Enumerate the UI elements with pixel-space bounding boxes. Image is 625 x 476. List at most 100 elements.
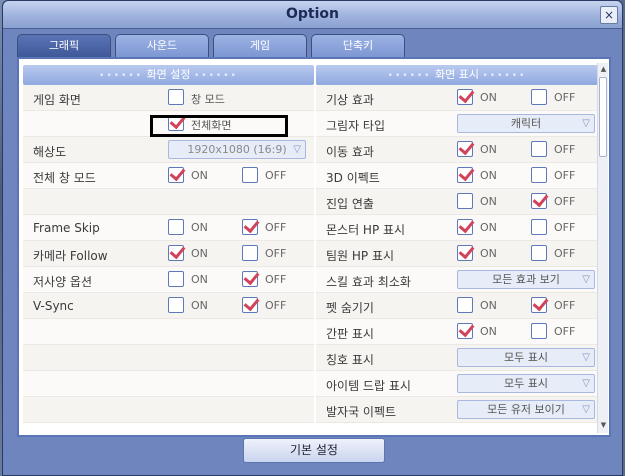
setting-row: 카메라 Follow ON OFF — [23, 241, 314, 267]
setting-row: 전체 창 모드 ON OFF — [23, 163, 314, 189]
off-checkbox[interactable] — [531, 297, 547, 313]
off-label: OFF — [554, 195, 576, 208]
setting-label: 펫 숨기기 — [326, 301, 374, 315]
dropdown-select[interactable]: 모두 표시 ▽ — [457, 374, 595, 393]
off-checkbox[interactable] — [531, 245, 547, 261]
on-label: ON — [191, 299, 208, 312]
scroll-up-icon[interactable]: ▲ — [598, 65, 609, 75]
setting-label: V-Sync — [33, 299, 74, 313]
on-checkbox[interactable] — [168, 167, 184, 183]
setting-row: 간판 표시 ON OFF — [316, 319, 598, 345]
off-checkbox[interactable] — [531, 89, 547, 105]
on-checkbox[interactable] — [168, 219, 184, 235]
on-checkbox[interactable] — [168, 271, 184, 287]
off-checkbox[interactable] — [242, 271, 258, 287]
option-window: Option × 그래픽 사운드 게임 단축키 •••••• 화면 설정 •••… — [2, 0, 623, 476]
setting-row: 스킬 효과 최소화 모든 효과 보기 ▽ — [316, 267, 598, 293]
reset-defaults-button[interactable]: 기본 설정 — [243, 438, 385, 463]
on-label: ON — [480, 247, 497, 260]
setting-label: 스킬 효과 최소화 — [326, 275, 411, 289]
setting-row: 게임 화면 창 모드 — [23, 85, 314, 111]
dropdown-select[interactable]: 1920x1080 (16:9) ▽ — [168, 140, 306, 159]
on-label: ON — [480, 325, 497, 338]
setting-label: 몬스터 HP 표시 — [326, 223, 406, 237]
scrollbar[interactable]: ▲ ▼ — [597, 63, 608, 433]
off-label: OFF — [554, 169, 576, 182]
off-checkbox[interactable] — [531, 167, 547, 183]
setting-row: 해상도 1920x1080 (16:9) ▽ — [23, 137, 314, 163]
on-checkbox[interactable] — [168, 297, 184, 313]
chevron-down-icon: ▽ — [582, 352, 590, 363]
on-label: ON — [480, 169, 497, 182]
on-checkbox[interactable] — [457, 245, 473, 261]
on-label: ON — [480, 195, 497, 208]
setting-row: 발자국 이펙트 모든 유저 보이기 ▽ — [316, 397, 598, 423]
setting-label: Frame Skip — [33, 221, 100, 235]
setting-row: V-Sync ON OFF — [23, 293, 314, 319]
option-checkbox[interactable] — [168, 89, 184, 105]
off-checkbox[interactable] — [531, 141, 547, 157]
setting-row: 기상 효과 ON OFF — [316, 85, 598, 111]
dropdown-value: 모든 유저 보이기 — [487, 403, 565, 416]
setting-label: 전체 창 모드 — [33, 171, 96, 185]
dropdown-select[interactable]: 캐릭터 ▽ — [457, 114, 595, 133]
setting-row: 팀원 HP 표시 ON OFF — [316, 241, 598, 267]
off-checkbox[interactable] — [531, 193, 547, 209]
dropdown-value: 모든 효과 보기 — [492, 273, 560, 286]
chevron-down-icon: ▽ — [293, 144, 301, 155]
setting-label: 그림자 타입 — [326, 119, 386, 133]
setting-row — [23, 397, 314, 423]
off-label: OFF — [265, 169, 287, 182]
setting-label: 게임 화면 — [33, 93, 81, 107]
setting-label: 카메라 Follow — [33, 249, 108, 263]
window-title: Option — [286, 6, 339, 22]
option-label: 창 모드 — [191, 93, 225, 106]
on-checkbox[interactable] — [457, 193, 473, 209]
tab-graphics[interactable]: 그래픽 — [17, 34, 111, 58]
setting-row — [23, 345, 314, 371]
tab-sound[interactable]: 사운드 — [115, 34, 209, 58]
setting-row: Frame Skip ON OFF — [23, 215, 314, 241]
setting-row: 이동 효과 ON OFF — [316, 137, 598, 163]
on-checkbox[interactable] — [457, 167, 473, 183]
on-label: ON — [480, 221, 497, 234]
on-checkbox[interactable] — [168, 245, 184, 261]
scroll-thumb[interactable] — [599, 77, 607, 157]
setting-row: 그림자 타입 캐릭터 ▽ — [316, 111, 598, 137]
display-visibility-header: •••••• 화면 표시 •••••• — [316, 65, 598, 85]
setting-row: 3D 이펙트 ON OFF — [316, 163, 598, 189]
on-label: ON — [191, 169, 208, 182]
dropdown-select[interactable]: 모든 유저 보이기 ▽ — [457, 400, 595, 419]
on-checkbox[interactable] — [457, 141, 473, 157]
off-checkbox[interactable] — [531, 323, 547, 339]
setting-row: 저사양 옵션 ON OFF — [23, 267, 314, 293]
on-checkbox[interactable] — [457, 89, 473, 105]
off-label: OFF — [265, 247, 287, 260]
tab-shortcuts[interactable]: 단축키 — [311, 34, 405, 58]
on-checkbox[interactable] — [457, 219, 473, 235]
on-label: ON — [191, 247, 208, 260]
setting-row: 아이템 드랍 표시 모두 표시 ▽ — [316, 371, 598, 397]
off-checkbox[interactable] — [242, 245, 258, 261]
close-icon[interactable]: × — [600, 6, 618, 24]
on-label: ON — [191, 221, 208, 234]
off-label: OFF — [554, 221, 576, 234]
off-checkbox[interactable] — [242, 297, 258, 313]
setting-label: 간판 표시 — [326, 327, 374, 341]
off-label: OFF — [554, 325, 576, 338]
dropdown-select[interactable]: 모두 표시 ▽ — [457, 348, 595, 367]
tab-game[interactable]: 게임 — [213, 34, 307, 58]
dropdown-select[interactable]: 모든 효과 보기 ▽ — [457, 270, 595, 289]
on-checkbox[interactable] — [457, 297, 473, 313]
off-checkbox[interactable] — [242, 167, 258, 183]
off-label: OFF — [554, 247, 576, 260]
dropdown-value: 모두 표시 — [504, 377, 548, 390]
setting-row — [23, 189, 314, 215]
off-checkbox[interactable] — [242, 219, 258, 235]
on-checkbox[interactable] — [457, 323, 473, 339]
setting-row: 진입 연출 ON OFF — [316, 189, 598, 215]
title-bar[interactable]: Option × — [3, 1, 622, 29]
off-label: OFF — [554, 143, 576, 156]
scroll-down-icon[interactable]: ▼ — [598, 421, 609, 431]
off-checkbox[interactable] — [531, 219, 547, 235]
